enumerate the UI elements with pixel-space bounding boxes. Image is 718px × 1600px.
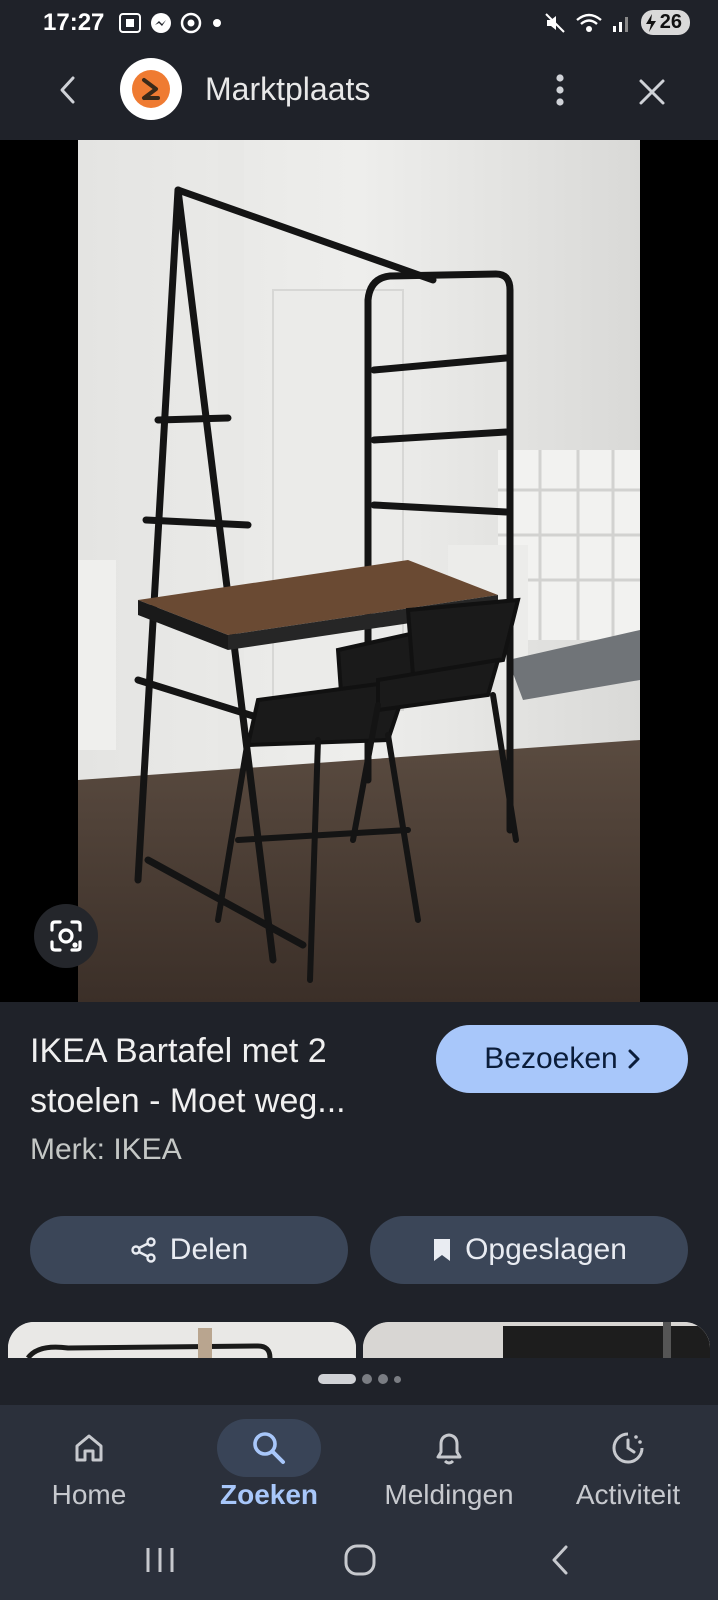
visit-button[interactable]: Bezoeken xyxy=(436,1025,688,1093)
system-back-button[interactable] xyxy=(530,1535,590,1585)
nav-notifications-label: Meldingen xyxy=(384,1479,514,1510)
nav-search[interactable]: Zoeken xyxy=(184,1405,354,1523)
carousel-indicator xyxy=(0,1372,718,1386)
close-icon xyxy=(639,79,665,105)
signal-icon xyxy=(612,16,628,32)
chrome-icon xyxy=(180,12,202,34)
brand-label: Merk: IKEA xyxy=(30,1133,182,1166)
status-time: 17:27 xyxy=(43,9,105,36)
status-right-icons: 26 xyxy=(543,10,690,35)
mute-icon xyxy=(545,12,565,33)
saved-button[interactable]: Opgeslagen xyxy=(370,1216,688,1284)
bell-icon xyxy=(436,1433,462,1465)
lens-icon xyxy=(50,920,82,952)
site-title: Marktplaats xyxy=(205,71,371,107)
share-label: Delen xyxy=(169,1233,249,1266)
recents-button[interactable] xyxy=(130,1535,190,1585)
home-icon xyxy=(75,1434,103,1462)
close-button[interactable] xyxy=(632,72,672,112)
carousel-dot xyxy=(393,1375,401,1383)
bar-table-illustration xyxy=(78,140,640,1002)
related-thumbnail[interactable] xyxy=(363,1322,710,1358)
nav-search-label: Zoeken xyxy=(219,1479,319,1510)
back-button[interactable] xyxy=(48,70,88,110)
lens-search-button[interactable] xyxy=(34,904,98,968)
nav-activity-icon-wrap xyxy=(576,1419,680,1477)
home-circle-icon xyxy=(344,1544,376,1576)
status-left-icons xyxy=(118,12,224,34)
bookmark-filled-icon xyxy=(434,1239,451,1261)
visit-button-label: Bezoeken xyxy=(484,1042,618,1075)
nav-activity-label: Activiteit xyxy=(575,1479,681,1510)
recents-icon xyxy=(146,1548,174,1572)
nav-home-label: Home xyxy=(51,1479,127,1510)
dot-icon xyxy=(213,19,221,27)
chevron-left-icon xyxy=(60,76,75,104)
messenger-icon xyxy=(151,13,171,33)
carousel-dot xyxy=(361,1374,372,1384)
activity-icon xyxy=(612,1432,644,1464)
product-photo[interactable] xyxy=(78,140,640,1002)
thumbnail-image xyxy=(363,1322,710,1358)
carousel-dot xyxy=(377,1374,388,1384)
nav-search-icon-wrap xyxy=(217,1419,321,1477)
home-system-button[interactable] xyxy=(330,1535,390,1585)
battery-charging-icon xyxy=(645,13,656,32)
site-avatar xyxy=(120,58,182,120)
wifi-icon xyxy=(575,13,602,32)
marktplaats-logo-icon xyxy=(132,70,170,108)
product-title[interactable]: IKEA Bartafel met 2 stoelen - Moet weg..… xyxy=(30,1026,430,1126)
nav-home-icon-wrap xyxy=(37,1419,141,1477)
back-arrow-icon xyxy=(552,1545,568,1575)
more-options-button[interactable] xyxy=(540,70,580,110)
nav-notifications[interactable]: Meldingen xyxy=(364,1405,534,1523)
chevron-right-icon xyxy=(628,1049,640,1069)
nav-notifications-icon-wrap xyxy=(397,1419,501,1477)
search-icon xyxy=(253,1432,285,1464)
more-vert-icon xyxy=(556,74,564,106)
thumbnail-image xyxy=(8,1322,356,1358)
nav-activity[interactable]: Activiteit xyxy=(543,1405,713,1523)
screenshot-icon xyxy=(119,13,141,33)
related-thumbnail[interactable] xyxy=(8,1322,356,1358)
nav-home[interactable]: Home xyxy=(4,1405,174,1523)
share-icon xyxy=(131,1237,156,1263)
share-button[interactable]: Delen xyxy=(30,1216,348,1284)
battery-indicator: 26 xyxy=(640,10,690,35)
saved-label: Opgeslagen xyxy=(465,1233,627,1266)
battery-level: 26 xyxy=(659,11,682,33)
carousel-dot-active xyxy=(317,1374,356,1384)
